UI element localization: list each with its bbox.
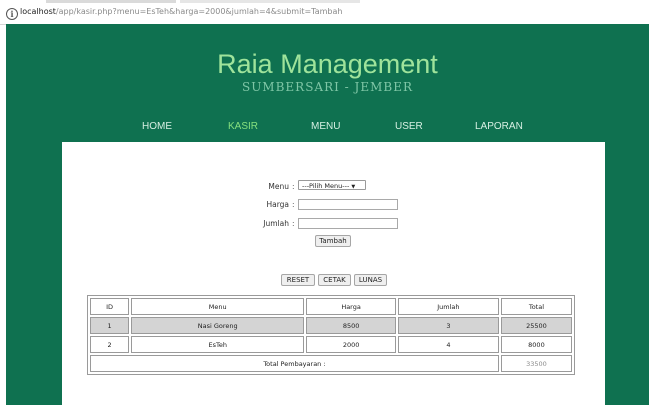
url-path: /app/kasir.php?menu=EsTeh&harga=2000&jum…	[55, 7, 343, 16]
cell-harga: 2000	[306, 336, 396, 353]
total-row: Total Pembayaran : 33500	[90, 355, 572, 372]
page-background: Raia Management SUMBERSARI - JEMBER HOME…	[6, 24, 649, 405]
nav-menu[interactable]: MENU	[311, 121, 340, 132]
main-nav: HOME KASIR MENU USER LAPORAN	[6, 121, 649, 135]
column-header-id: ID	[90, 298, 130, 315]
nav-home[interactable]: HOME	[142, 121, 172, 132]
total-payment-label: Total Pembayaran :	[90, 355, 499, 372]
menu-colon: :	[292, 182, 295, 191]
cetak-button[interactable]: CETAK	[318, 274, 351, 286]
cell-total: 25500	[500, 317, 572, 334]
reset-button[interactable]: RESET	[281, 274, 315, 286]
cell-menu: Nasi Goreng	[131, 317, 305, 334]
lunas-button[interactable]: LUNAS	[354, 274, 387, 286]
column-header-harga: Harga	[306, 298, 396, 315]
chevron-down-icon: ▼	[351, 184, 356, 190]
menu-label: Menu	[268, 182, 289, 191]
cell-menu: EsTeh	[131, 336, 305, 353]
nav-user[interactable]: USER	[395, 121, 423, 132]
url-host: localhost	[20, 7, 56, 16]
browser-tab-edge	[46, 0, 176, 3]
total-payment-value: 33500	[500, 355, 572, 372]
jumlah-label: Jumlah	[263, 219, 289, 228]
cell-jumlah: 4	[397, 336, 499, 353]
jumlah-colon: :	[292, 219, 295, 228]
tambah-button[interactable]: Tambah	[315, 235, 351, 247]
harga-input[interactable]	[298, 199, 398, 210]
nav-kasir[interactable]: KASIR	[228, 121, 258, 132]
table-row: 1 Nasi Goreng 8500 3 25500	[90, 317, 572, 334]
url-text[interactable]: localhost/app/kasir.php?menu=EsTeh&harga…	[20, 7, 342, 16]
table-header-row: ID Menu Harga Jumlah Total	[90, 298, 572, 315]
cell-harga: 8500	[306, 317, 396, 334]
info-icon[interactable]: i	[6, 8, 18, 20]
jumlah-input[interactable]	[298, 218, 398, 229]
cell-jumlah: 3	[397, 317, 499, 334]
nav-laporan[interactable]: LAPORAN	[475, 121, 523, 132]
browser-tab-edge-secondary	[180, 0, 360, 3]
menu-select[interactable]: ---Pilih Menu--- ▼	[298, 180, 366, 190]
harga-label: Harga	[266, 200, 289, 209]
menu-select-value: ---Pilih Menu---	[302, 182, 350, 190]
order-table: ID Menu Harga Jumlah Total 1 Nasi Goreng…	[87, 295, 575, 375]
page-subtitle: SUMBERSARI - JEMBER	[241, 80, 414, 94]
harga-colon: :	[292, 200, 295, 209]
browser-address-bar[interactable]: i localhost/app/kasir.php?menu=EsTeh&har…	[0, 0, 649, 25]
kasir-panel: Menu : ---Pilih Menu--- ▼ Harga : Jumlah …	[62, 142, 605, 405]
cell-total: 8000	[500, 336, 572, 353]
table-row: 2 EsTeh 2000 4 8000	[90, 336, 572, 353]
column-header-total: Total	[500, 298, 572, 315]
column-header-jumlah: Jumlah	[397, 298, 499, 315]
page-title: Raia Management	[217, 49, 438, 79]
cell-id: 2	[90, 336, 130, 353]
cell-id: 1	[90, 317, 130, 334]
column-header-menu: Menu	[131, 298, 305, 315]
